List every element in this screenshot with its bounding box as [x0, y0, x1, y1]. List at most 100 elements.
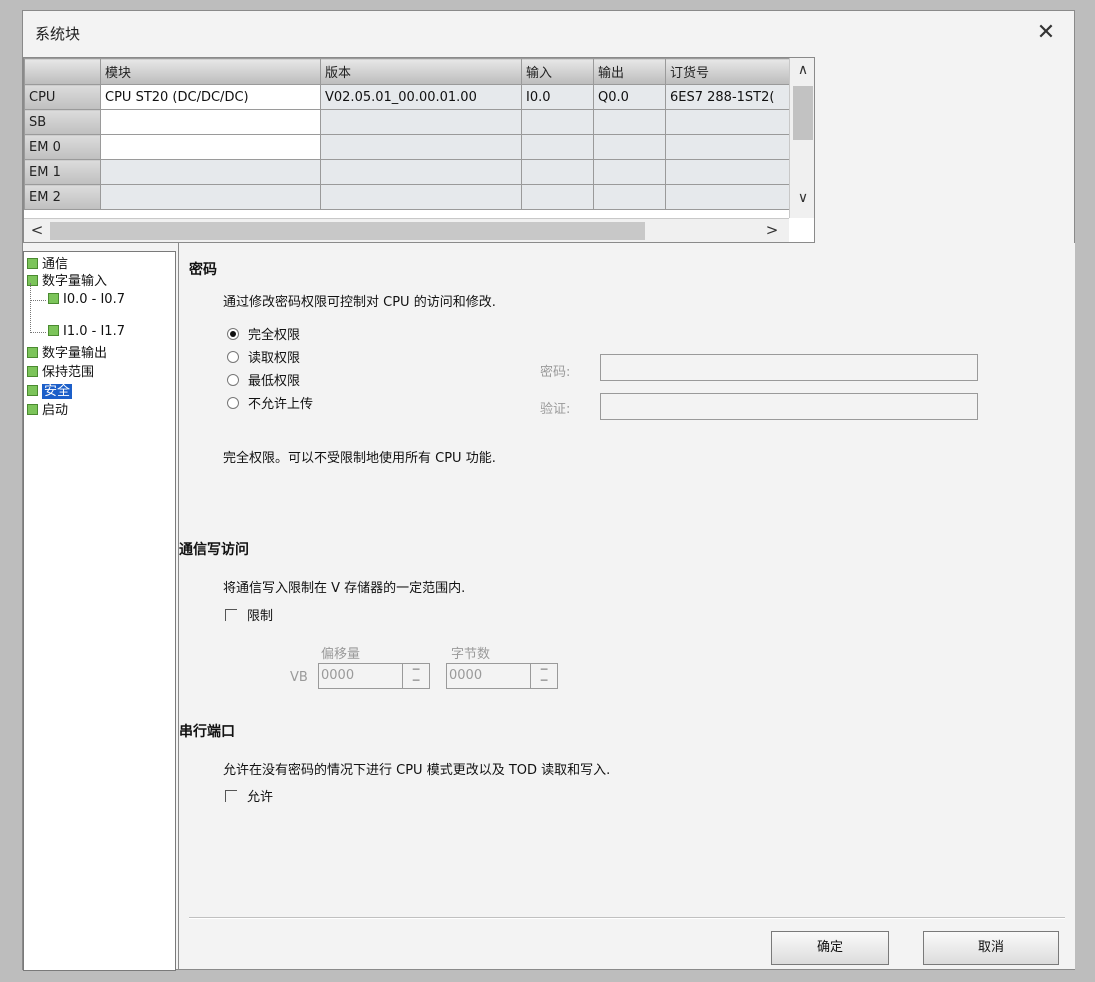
node-box-icon: [27, 258, 38, 269]
radio-selected-icon: [227, 328, 239, 340]
comm-write-description: 将通信写入限制在 V 存储器的一定范围内.: [223, 581, 466, 596]
cell-output: [593, 109, 666, 135]
cell-module[interactable]: [100, 109, 321, 135]
cell-version: [320, 159, 522, 185]
grid-vertical-scrollbar[interactable]: ∧ ∨: [789, 58, 814, 218]
offset-value: 0000: [321, 668, 355, 683]
cell-input: I0.0: [521, 84, 594, 110]
module-grid: 模块 版本 输入 输出 订货号 CPU CPU ST20 (DC/DC/DC) …: [23, 57, 815, 243]
table-row[interactable]: SB: [24, 109, 790, 135]
tree-item-security[interactable]: 安全: [27, 383, 73, 400]
byte-count-value: 0000: [449, 668, 483, 683]
ok-button[interactable]: 确定: [771, 931, 889, 965]
system-block-dialog: 系统块 ✕ 模块 版本 输入 输出 订货号 CPU CPU ST20 (DC/D…: [22, 10, 1075, 971]
vertical-scroll-thumb[interactable]: [793, 86, 813, 140]
cell-order: [665, 159, 790, 185]
radio-icon: [227, 374, 239, 386]
grid-header-slot: [24, 58, 101, 85]
tree-item-communication[interactable]: 通信: [27, 256, 68, 273]
password-field[interactable]: [600, 354, 978, 381]
cell-input: [521, 184, 594, 210]
scroll-down-icon[interactable]: ∨: [790, 190, 814, 206]
cell-version: [320, 184, 522, 210]
table-row[interactable]: EM 1: [24, 159, 790, 185]
cell-module[interactable]: [100, 159, 321, 185]
radio-label: 完全权限: [248, 328, 301, 343]
scroll-left-icon[interactable]: <: [26, 221, 48, 239]
verify-label: 验证:: [540, 402, 571, 417]
tree-connector-line: [30, 332, 46, 334]
cell-module[interactable]: CPU ST20 (DC/DC/DC): [100, 84, 321, 110]
radio-icon: [227, 397, 239, 409]
node-box-icon: [27, 275, 38, 286]
scroll-up-icon[interactable]: ∧: [790, 62, 814, 78]
table-row[interactable]: EM 0: [24, 134, 790, 160]
row-header: SB: [24, 109, 101, 135]
radio-minimum-access[interactable]: 最低权限: [227, 373, 300, 391]
vb-label: VB: [290, 670, 308, 685]
cell-input: [521, 134, 594, 160]
password-section-title: 密码: [189, 262, 217, 278]
cell-output: [593, 184, 666, 210]
row-header: EM 0: [24, 134, 101, 160]
radio-read-access[interactable]: 读取权限: [227, 350, 300, 368]
settings-tree: 通信 数字量输入 I0.0 - I0.7 I1.0 - I1.7 数字量输出 保…: [23, 251, 176, 971]
cell-version: [320, 134, 522, 160]
cell-input: [521, 109, 594, 135]
dialog-title: 系统块: [35, 25, 81, 43]
stepper-arrows-icon[interactable]: ─ ─: [530, 664, 557, 688]
radio-label: 最低权限: [248, 374, 301, 389]
cell-output: [593, 134, 666, 160]
tree-item-label: I1.0 - I1.7: [63, 324, 125, 339]
tree-connector-line: [30, 283, 32, 333]
security-panel: 密码 通过修改密码权限可控制对 CPU 的访问和修改. 完全权限 读取权限 最低…: [178, 243, 1075, 969]
radio-full-access[interactable]: 完全权限: [227, 327, 300, 345]
grid-header-input: 输入: [521, 58, 594, 85]
radio-no-upload[interactable]: 不允许上传: [227, 396, 313, 414]
checkbox-icon: [225, 609, 237, 621]
cell-input: [521, 159, 594, 185]
grid-header-row: 模块 版本 输入 输出 订货号: [24, 58, 790, 85]
byte-count-stepper[interactable]: 0000 ─ ─: [446, 663, 558, 689]
tree-item-digital-output[interactable]: 数字量输出: [27, 345, 107, 362]
row-header: CPU: [24, 84, 101, 110]
tree-item-label: 安全: [42, 384, 73, 399]
horizontal-scroll-thumb[interactable]: [50, 222, 645, 240]
node-box-icon: [27, 347, 38, 358]
tree-item-retentive-range[interactable]: 保持范围: [27, 364, 94, 381]
allow-checkbox[interactable]: 允许: [225, 789, 273, 807]
cell-module[interactable]: [100, 134, 321, 160]
cell-order: [665, 109, 790, 135]
scroll-right-icon[interactable]: >: [761, 221, 783, 239]
tree-item-digital-input[interactable]: 数字量输入: [27, 273, 107, 290]
node-box-icon: [27, 404, 38, 415]
tree-item-startup[interactable]: 启动: [27, 402, 68, 419]
divider: [189, 917, 1065, 919]
cell-order: [665, 184, 790, 210]
limit-checkbox[interactable]: 限制: [225, 608, 273, 626]
password-description: 通过修改密码权限可控制对 CPU 的访问和修改.: [223, 295, 496, 310]
table-row[interactable]: CPU CPU ST20 (DC/DC/DC) V02.05.01_00.00.…: [24, 84, 790, 110]
serial-port-description: 允许在没有密码的情况下进行 CPU 模式更改以及 TOD 读取和写入.: [223, 763, 611, 778]
verify-field[interactable]: [600, 393, 978, 420]
cell-output: [593, 159, 666, 185]
offset-stepper[interactable]: 0000 ─ ─: [318, 663, 430, 689]
table-row[interactable]: EM 2: [24, 184, 790, 210]
cell-output: Q0.0: [593, 84, 666, 110]
cell-module[interactable]: [100, 184, 321, 210]
radio-icon: [227, 351, 239, 363]
tree-item-i0[interactable]: I0.0 - I0.7: [48, 291, 125, 308]
tree-item-label: 通信: [42, 257, 69, 272]
checkbox-icon: [225, 790, 237, 802]
serial-port-section-title: 串行端口: [179, 724, 235, 740]
tree-item-i1[interactable]: I1.0 - I1.7: [48, 323, 125, 340]
stepper-arrows-icon[interactable]: ─ ─: [402, 664, 429, 688]
close-icon[interactable]: ✕: [1032, 19, 1060, 47]
offset-label: 偏移量: [321, 647, 361, 662]
grid-header-order: 订货号: [665, 58, 790, 85]
grid-horizontal-scrollbar[interactable]: < >: [24, 218, 789, 242]
cell-order: 6ES7 288-1ST2(: [665, 84, 790, 110]
cancel-button[interactable]: 取消: [923, 931, 1059, 965]
tree-item-label: 保持范围: [42, 365, 95, 380]
checkbox-label: 允许: [247, 790, 274, 805]
